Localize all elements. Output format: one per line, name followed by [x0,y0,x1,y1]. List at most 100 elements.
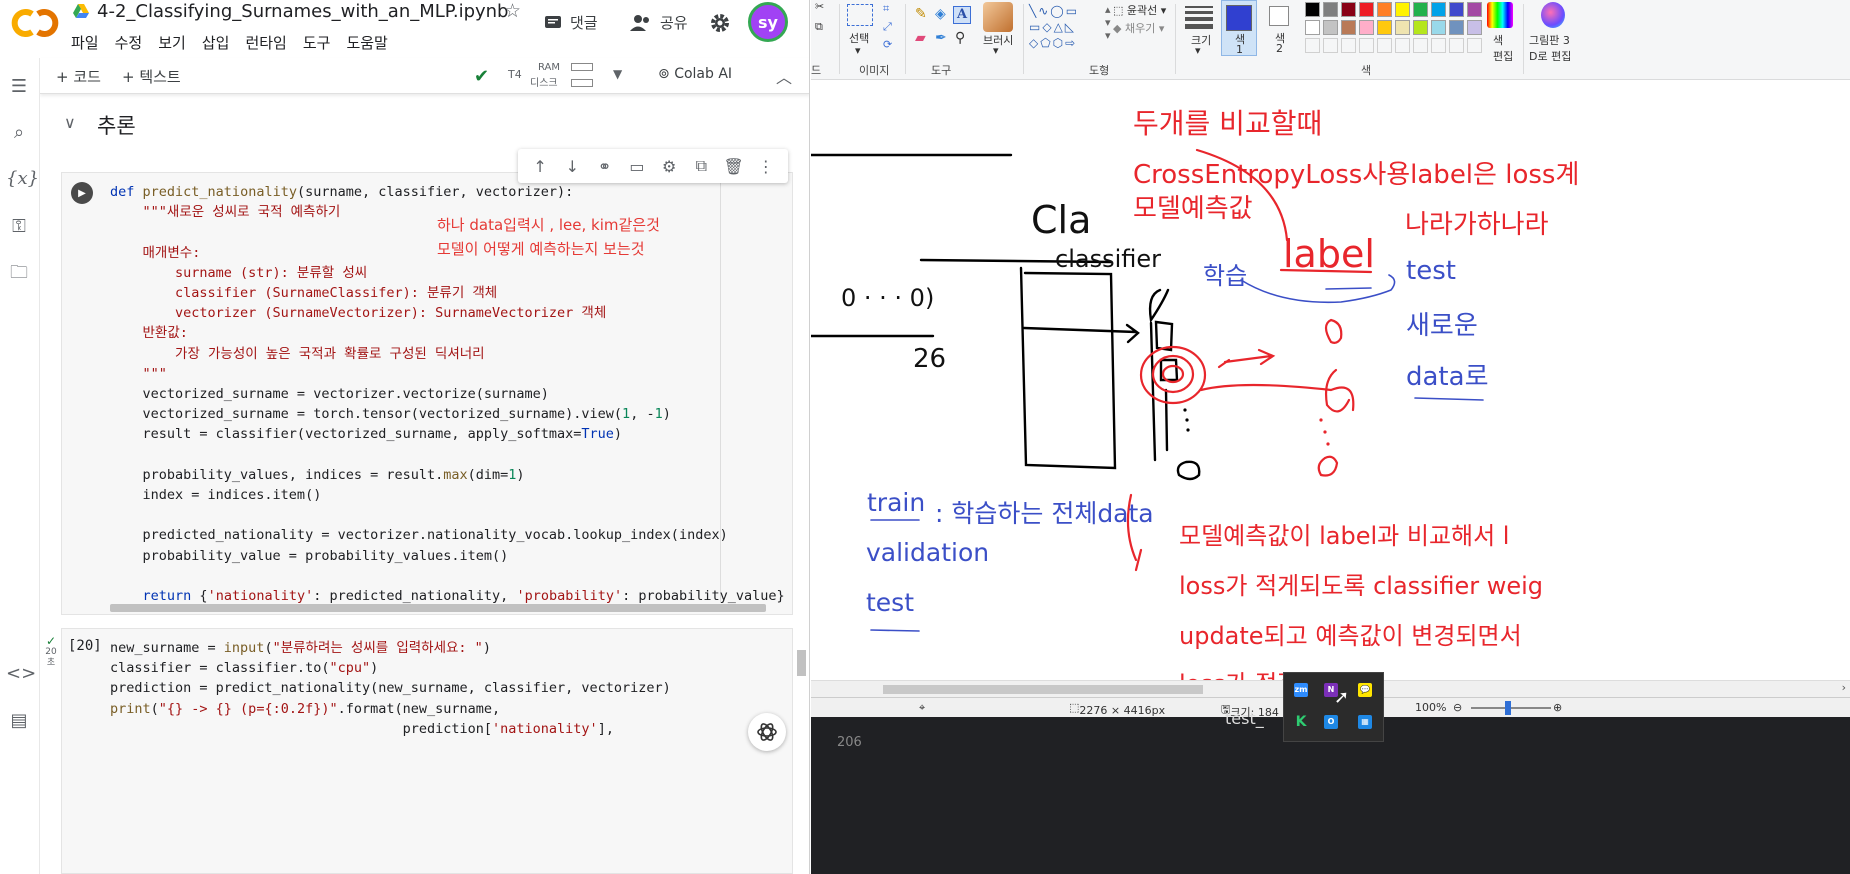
pencil-icon[interactable]: ✎ [915,6,927,22]
color-swatch[interactable] [1413,38,1428,53]
settings-gear-icon[interactable] [709,12,731,34]
color-swatch[interactable] [1449,2,1464,17]
magnifier-icon[interactable]: ⚲ [955,30,965,46]
brush-icon[interactable] [983,2,1013,32]
select-icon[interactable] [847,4,873,26]
scroll-right-icon[interactable]: › [1842,681,1846,694]
color-swatch[interactable] [1305,2,1320,17]
menu-insert[interactable]: 삽입 [202,32,230,53]
mirror-cell-icon[interactable]: ⧉ [689,156,713,176]
menu-edit[interactable]: 수정 [115,32,143,53]
app-k-icon[interactable]: K [1294,715,1308,729]
outlook-icon[interactable]: O [1324,715,1338,729]
share-button[interactable]: 공유 [630,12,688,33]
move-up-icon[interactable]: ↑ [528,157,552,176]
chatgpt-icon[interactable] [748,713,786,751]
color-swatch[interactable] [1449,38,1464,53]
color-swatch[interactable] [1431,38,1446,53]
color-swatch[interactable] [1359,38,1374,53]
delete-icon[interactable]: 🗑 [722,157,746,176]
search-icon[interactable]: ⌕ [6,120,32,146]
color-swatch[interactable] [1323,20,1338,35]
color-swatch[interactable] [1395,38,1410,53]
color-swatch[interactable] [1359,2,1374,17]
menu-runtime[interactable]: 런타임 [245,32,286,53]
cell-horizontal-scrollbar[interactable] [110,604,766,612]
menu-view[interactable]: 보기 [158,32,186,53]
color-swatch[interactable] [1341,20,1356,35]
fill-bucket-icon[interactable]: ◈ [935,6,946,22]
colab-logo[interactable] [10,6,60,40]
select-dropdown-icon[interactable]: ▾ [855,44,861,57]
kakaotalk-icon[interactable]: 💬 [1358,683,1372,697]
secrets-icon[interactable]: ⚿ [6,214,32,240]
color-swatch[interactable] [1449,20,1464,35]
section-collapse-icon[interactable]: ∨ [64,113,76,132]
rotate-icon[interactable]: ⟳ [883,38,892,51]
color-picker-icon[interactable]: ✒ [935,30,947,46]
add-code-button[interactable]: + 코드 [56,66,101,87]
color-swatch[interactable] [1305,20,1320,35]
size-lines-icon[interactable] [1185,4,1213,29]
fill-button[interactable]: ◆ 채우기 ▾ [1113,20,1164,36]
text-tool-icon[interactable]: A [953,6,971,24]
cut-icon[interactable]: ✂ [815,0,824,13]
color1-button[interactable]: 색 1 [1221,0,1257,56]
outline-button[interactable]: ⬚ 윤곽선 ▾ [1113,2,1166,18]
size-dropdown-icon[interactable]: ▾ [1195,44,1201,57]
run-cell-button[interactable]: ▶ [71,182,93,204]
star-icon[interactable]: ☆ [504,0,521,22]
color-swatch[interactable] [1413,20,1428,35]
menu-help[interactable]: 도움말 [346,32,387,53]
resize-icon[interactable]: ⤢ [883,20,892,34]
canvas-scroll-thumb[interactable] [883,685,1203,694]
color-swatch[interactable] [1467,20,1482,35]
link-icon[interactable]: ⚭ [593,157,617,176]
colab-ai-button[interactable]: ⊚ Colab AI [658,66,732,82]
color-swatch[interactable] [1431,20,1446,35]
eraser-icon[interactable]: ▰ [915,30,926,46]
paint-canvas[interactable]: 두개를 비교할때 CrossEntropyLoss사용label은 loss계 … [811,80,1850,698]
resource-monitor[interactable]: RAM 디스크 [530,60,560,92]
color-swatch[interactable] [1359,20,1374,35]
edit-colors-button[interactable]: 색 편집 [1493,32,1513,64]
shapes-scroll-icon[interactable]: ▴ ▾ ▾ [1105,3,1111,42]
variables-icon[interactable]: {x} [6,166,39,192]
code-snippets-icon[interactable]: <> [6,661,36,687]
runtime-dropdown-icon[interactable]: ▼ [613,67,622,81]
zoom-slider-thumb[interactable] [1505,701,1511,715]
drive-icon[interactable] [72,3,90,21]
edit-with-paint3d-button[interactable]: 그림판 3 D로 편집 [1529,32,1571,64]
notebook-scrollbar[interactable] [797,650,806,676]
zoom-slider[interactable] [1471,701,1551,715]
paint3d-icon[interactable] [1541,2,1565,28]
comment-icon[interactable]: ▭ [625,157,649,176]
color-swatch[interactable] [1305,38,1320,53]
edit-colors-icon[interactable] [1487,2,1513,28]
color-swatch[interactable] [1395,2,1410,17]
color-swatch[interactable] [1341,2,1356,17]
color-swatch[interactable] [1323,2,1338,17]
color-swatch[interactable] [1467,38,1482,53]
menu-file[interactable]: 파일 [71,32,99,53]
zoom-app-icon[interactable]: zm [1294,683,1308,697]
crop-icon[interactable]: ⌗ [883,2,889,16]
grid-app-icon[interactable]: ▦ [1358,715,1372,729]
color-swatch[interactable] [1395,20,1410,35]
zoom-in-icon[interactable]: ⊕ [1553,701,1562,714]
user-avatar[interactable]: sy [748,2,788,42]
color-swatch[interactable] [1413,2,1428,17]
add-text-button[interactable]: + 텍스트 [122,66,181,87]
toc-icon[interactable]: ☰ [6,74,32,100]
more-vert-icon[interactable]: ⋮ [754,157,778,176]
comments-button[interactable]: 댓글 [544,12,598,33]
color-swatch[interactable] [1467,2,1482,17]
color-swatch[interactable] [1323,38,1338,53]
runtime-type[interactable]: T4 [508,68,522,81]
connected-check-icon[interactable]: ✔ [474,66,489,87]
files-icon[interactable]: 🗀 [6,260,32,286]
collapse-chevron-icon[interactable]: ︿ [776,64,792,88]
notebook-title[interactable]: 4-2_Classifying_Surnames_with_an_MLP.ipy… [97,1,508,22]
brush-dropdown-icon[interactable]: ▾ [993,44,999,57]
copy-icon[interactable]: ⧉ [815,20,823,34]
